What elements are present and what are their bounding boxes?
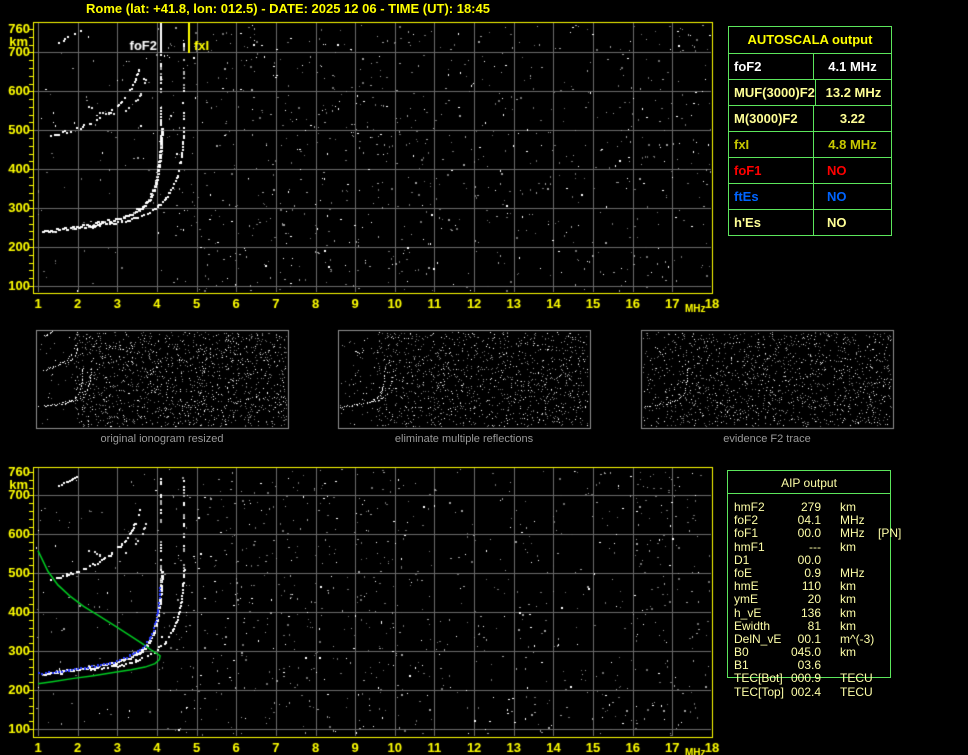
autoscala-param-label: MUF(3000)F2 (729, 80, 816, 105)
aip-param-unit: TECU (840, 684, 873, 699)
aip-param-label: Ewidth (734, 618, 771, 633)
autoscala-row: M(3000)F2 3.22 (729, 106, 891, 132)
aip-param-unit: km (840, 618, 856, 633)
aip-param-unit: km (840, 605, 856, 620)
autoscala-table-rows: foF2 4.1 MHz MUF(3000)F2 13.2 MHz M(3000)F2 3… (729, 54, 891, 235)
autoscala-param-value: 3.22 (839, 111, 866, 126)
autoscala-param-value: 4.8 MHz (828, 137, 877, 152)
page-title: Rome (lat: +41.8, lon: 012.5) - DATE: 20… (86, 1, 490, 16)
aip-output-table: AIP output hmF2 279 km foF2 04.1 MHz foF1 00.0 M… (727, 470, 901, 698)
autoscala-row: foF2 4.1 MHz (729, 54, 891, 80)
aip-row: ymE 20 km (728, 593, 890, 606)
autoscala-table-header: AUTOSCALA output (729, 27, 891, 54)
aip-row: Ewidth 81 km (728, 618, 890, 633)
aip-row: h_vE 136 km (728, 605, 890, 620)
aip-param-extra: [PN] (878, 526, 902, 541)
thumbnail-caption-eliminate: eliminate multiple reflections (394, 433, 534, 445)
autoscala-param-value: NO (827, 215, 847, 230)
aip-param-value: 002.4 (790, 684, 821, 699)
aip-param-label: ymE (734, 592, 758, 607)
autoscala-param-label: fxI (729, 132, 814, 157)
aip-param-value: 136 (800, 605, 821, 620)
aip-param-label: hmF1 (734, 539, 765, 554)
autoscala-param-value: 13.2 MHz (825, 85, 882, 100)
aip-param-value: 000.9 (790, 671, 821, 686)
aip-param-value: 00.0 (797, 552, 821, 567)
aip-row: hmF1 --- km (728, 539, 890, 554)
aip-param-label: TEC[Top] (734, 684, 785, 699)
aip-param-unit (840, 554, 876, 567)
aip-param-unit: TECU (840, 671, 873, 686)
thumbnail-caption-original: original ionogram resized (100, 433, 224, 445)
autoscala-param-label: foF1 (729, 158, 814, 183)
autoscala-param-value: NO (827, 163, 847, 178)
aip-param-label: foF1 (734, 526, 759, 541)
autoscala-output-table: AUTOSCALA output foF2 4.1 MHz MUF(3000)F2 1… (728, 26, 892, 236)
aip-param-value: 20 (807, 592, 821, 607)
aip-param-unit: km (840, 645, 856, 660)
autoscala-param-label: M(3000)F2 (729, 106, 814, 131)
autoscala-param-value: NO (827, 189, 847, 204)
autoscala-param-label: h'Es (729, 210, 814, 235)
aip-param-unit: km (840, 592, 856, 607)
autoscala-row: h'Es NO (729, 210, 891, 235)
aip-param-label: TEC[Bot] (734, 671, 783, 686)
aip-param-label: h_vE (734, 605, 762, 620)
thumbnail-caption-evidence: evidence F2 trace (723, 433, 811, 445)
aip-param-label: D1 (734, 552, 750, 567)
aip-param-unit: MHz (840, 526, 865, 541)
aip-param-value: 81 (807, 618, 821, 633)
aip-param-value: 00.0 (797, 526, 821, 541)
autoscala-output-window: Rome (lat: +41.8, lon: 012.5) - DATE: 20… (0, 0, 968, 755)
autoscala-row: ftEs NO (729, 184, 891, 210)
autoscala-param-label: ftEs (729, 184, 814, 209)
aip-param-unit: km (840, 539, 856, 554)
autoscala-row: foF1 NO (729, 158, 891, 184)
aip-row: D1 00.0 (728, 552, 890, 567)
aip-row: foF1 00.0 MHz [PN] (728, 526, 901, 541)
autoscala-param-label: foF2 (729, 54, 814, 79)
aip-param-value: --- (809, 539, 821, 554)
autoscala-row: MUF(3000)F2 13.2 MHz (729, 80, 891, 106)
aip-row: TEC[Bot] 000.9 TECU (728, 672, 890, 685)
aip-table-header: AIP output (728, 471, 890, 494)
autoscala-param-value: 4.1 MHz (828, 59, 877, 74)
autoscala-row: fxI 4.8 MHz (729, 132, 891, 158)
aip-row: TEC[Top] 002.4 TECU (728, 684, 890, 699)
aip-table-rows: hmF2 279 km foF2 04.1 MHz foF1 00.0 MHz [PN] hmF1-… (728, 500, 901, 699)
